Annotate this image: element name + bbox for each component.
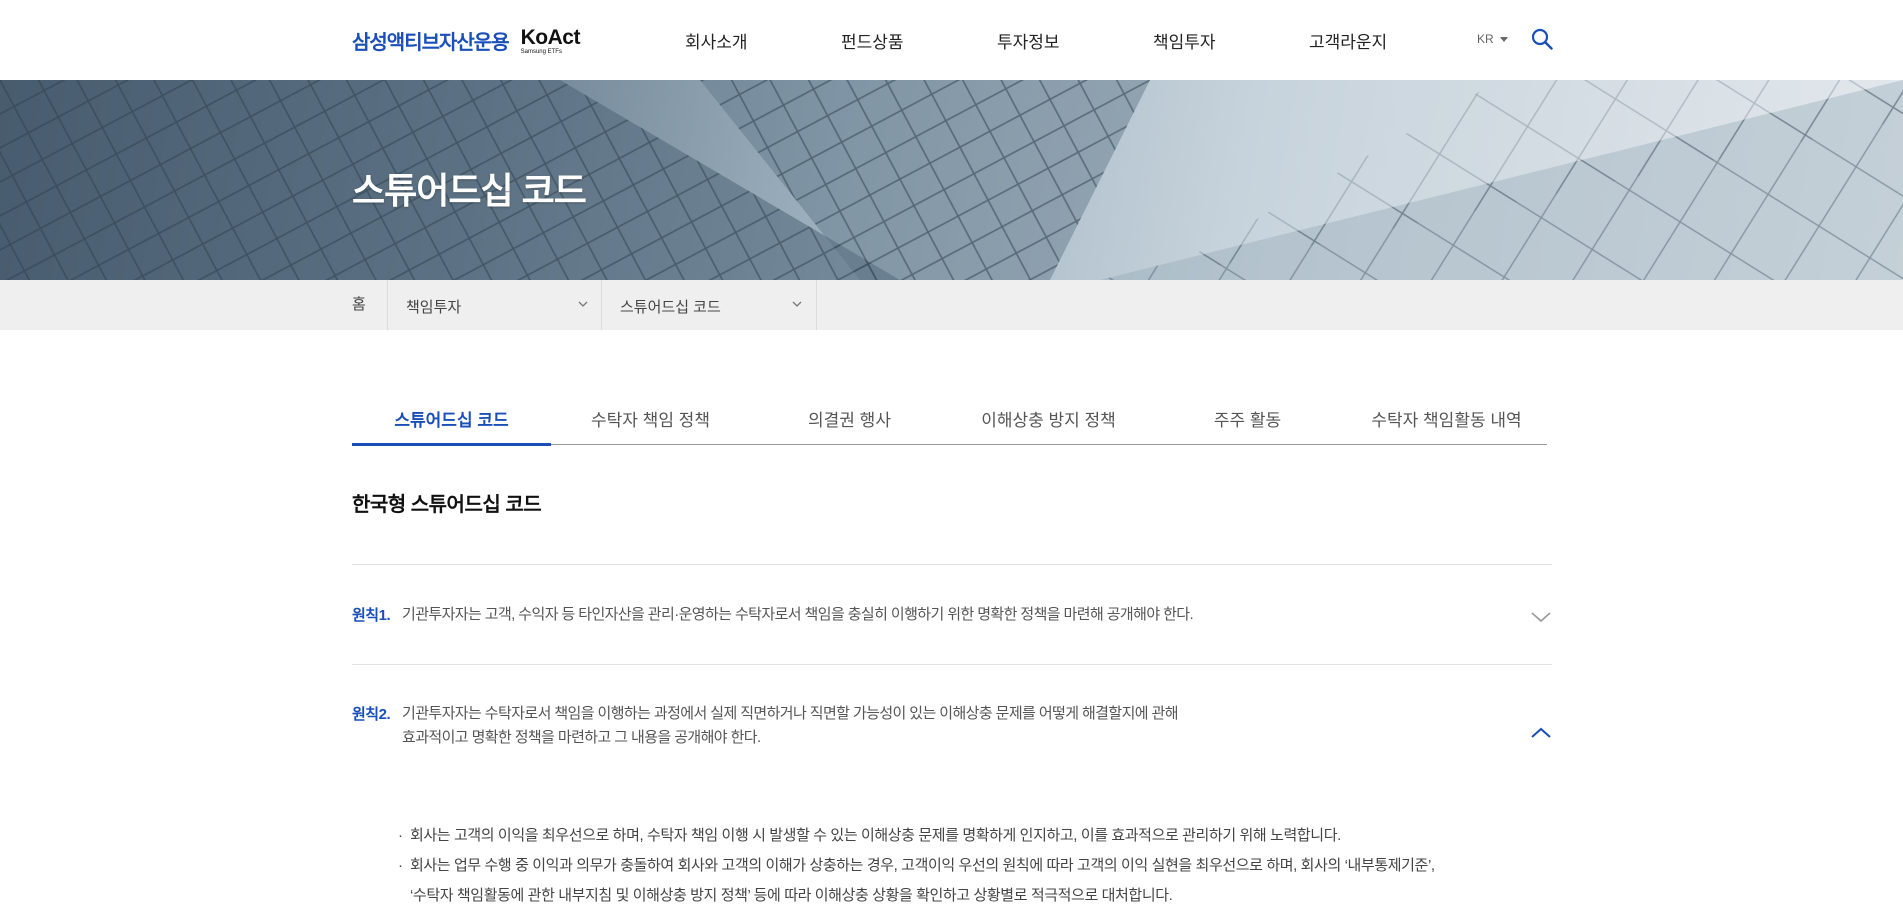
principle-label: 원칙2. (352, 706, 391, 723)
page-title: 스튜어드십 코드 (352, 170, 587, 211)
logo[interactable]: 삼성액티브자산운용 KoAct Samsung ETFs (352, 26, 580, 55)
principle-2-header[interactable]: 원칙2. 기관투자자는 수탁자로서 책임을 이행하는 과정에서 실제 직면하거나… (352, 703, 1552, 763)
detail-item: 회사는 업무 수행 중 이익과 의무가 충돌하여 회사와 고객의 이해가 상충하… (398, 851, 1435, 881)
chevron-up-icon[interactable] (1530, 726, 1552, 740)
divider (352, 664, 1552, 665)
tab-bar: 스튜어드십 코드 수탁자 책임 정책 의결권 행사 이해상충 방지 정책 주주 … (352, 398, 1547, 446)
tab-stewardship-code[interactable]: 스튜어드십 코드 (352, 398, 551, 446)
tab-conflict-policy[interactable]: 이해상충 방지 정책 (949, 398, 1148, 444)
caret-down-icon (1499, 36, 1508, 42)
nav-funds[interactable]: 펀드상품 (841, 28, 997, 53)
building-background-image (0, 80, 1903, 280)
logo-korean: 삼성액티브자산운용 (352, 32, 510, 54)
principle-2-details: 회사는 고객의 이익을 최우선으로 하며, 수탁자 책임 이행 시 발생할 수 … (398, 821, 1435, 911)
principle-label: 원칙1. (352, 607, 391, 624)
language-label: KR (1477, 32, 1494, 46)
tab-fiduciary-history[interactable]: 수탁자 책임활동 내역 (1347, 398, 1546, 444)
principle-text: 기관투자자는 고객, 수익자 등 타인자산을 관리·운영하는 수탁자로서 책임을… (402, 606, 1194, 623)
nav-invest-info[interactable]: 투자정보 (997, 28, 1153, 53)
chevron-down-icon (578, 301, 588, 307)
nav-company[interactable]: 회사소개 (685, 28, 841, 53)
chevron-down-icon (792, 301, 802, 307)
breadcrumb-select-level2[interactable]: 스튜어드십 코드 (601, 280, 817, 330)
breadcrumb: 홈 책임투자 스튜어드십 코드 (0, 280, 1903, 330)
language-selector[interactable]: KR (1477, 32, 1508, 46)
logo-koact: KoAct Samsung ETFs (520, 25, 581, 55)
breadcrumb-home[interactable]: 홈 (352, 280, 388, 330)
search-icon[interactable] (1531, 28, 1553, 50)
detail-item: 회사는 고객의 이익을 최우선으로 하며, 수탁자 책임 이행 시 발생할 수 … (398, 821, 1435, 851)
nav-customer-lounge[interactable]: 고객라운지 (1309, 28, 1387, 53)
section-title: 한국형 스튜어드십 코드 (352, 494, 542, 516)
breadcrumb-select-level1[interactable]: 책임투자 (387, 280, 602, 330)
nav-responsible-invest[interactable]: 책임투자 (1153, 28, 1309, 53)
hero-banner (0, 80, 1903, 280)
divider (352, 564, 1552, 565)
main-nav: 회사소개 펀드상품 투자정보 책임투자 고객라운지 (685, 28, 1387, 53)
detail-item-continued: ‘수탁자 책임활동에 관한 내부지침 및 이해상충 방지 정책’ 등에 따라 이… (410, 887, 1173, 904)
site-header: 삼성액티브자산운용 KoAct Samsung ETFs 회사소개 펀드상품 투… (0, 0, 1903, 80)
tab-shareholder-activity[interactable]: 주주 활동 (1148, 398, 1347, 444)
principle-text: 기관투자자는 수탁자로서 책임을 이행하는 과정에서 실제 직면하거나 직면할 … (402, 705, 1179, 746)
tab-fiduciary-policy[interactable]: 수탁자 책임 정책 (551, 398, 750, 444)
tab-voting-rights[interactable]: 의결권 행사 (750, 398, 949, 444)
chevron-down-icon[interactable] (1530, 610, 1552, 624)
principle-1-header[interactable]: 원칙1. 기관투자자는 고객, 수익자 등 타인자산을 관리·운영하는 수탁자로… (352, 604, 1552, 634)
